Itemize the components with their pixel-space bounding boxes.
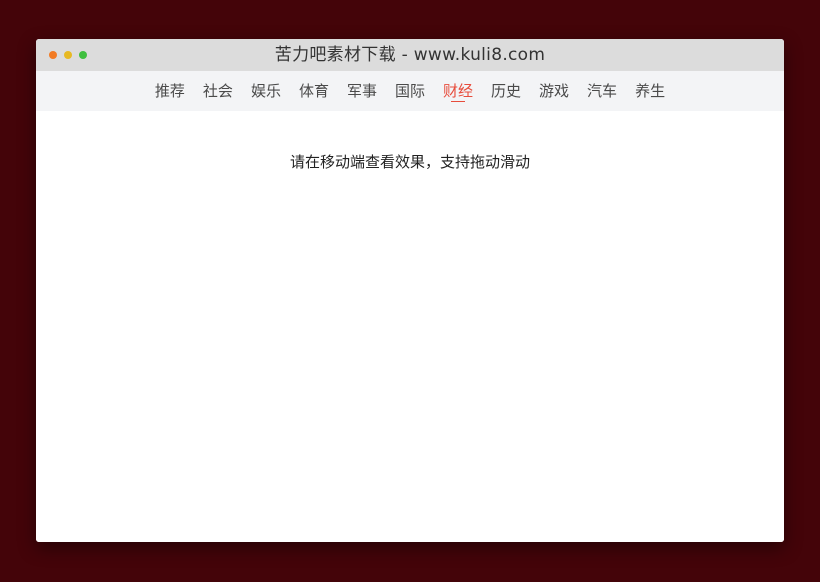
category-nav: 推荐 社会 娱乐 体育 军事 国际 财经 历史 游戏 汽车 养生 (36, 71, 784, 111)
nav-item-games[interactable]: 游戏 (539, 71, 569, 111)
nav-item-society[interactable]: 社会 (203, 71, 233, 111)
title-bar: 苦力吧素材下载 - www.kuli8.com (36, 39, 784, 71)
nav-item-sports[interactable]: 体育 (299, 71, 329, 111)
nav-item-recommend[interactable]: 推荐 (155, 71, 185, 111)
nav-item-history[interactable]: 历史 (491, 71, 521, 111)
browser-window: 苦力吧素材下载 - www.kuli8.com 推荐 社会 娱乐 体育 军事 国… (36, 39, 784, 542)
nav-item-health[interactable]: 养生 (635, 71, 665, 111)
window-title: 苦力吧素材下载 - www.kuli8.com (274, 45, 546, 65)
content-area[interactable]: 请在移动端查看效果，支持拖动滑动 (36, 111, 784, 542)
mobile-view-hint: 请在移动端查看效果，支持拖动滑动 (289, 153, 530, 171)
nav-item-auto[interactable]: 汽车 (587, 71, 617, 111)
nav-item-international[interactable]: 国际 (395, 71, 425, 111)
nav-item-finance[interactable]: 财经 (443, 71, 473, 111)
nav-item-entertainment[interactable]: 娱乐 (251, 71, 281, 111)
nav-item-military[interactable]: 军事 (347, 71, 377, 111)
